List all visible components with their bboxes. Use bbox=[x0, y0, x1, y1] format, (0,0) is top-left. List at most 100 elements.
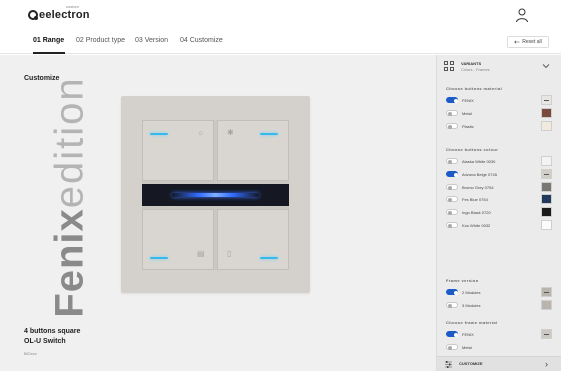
toggle-knob bbox=[448, 345, 452, 350]
led-indicator bbox=[260, 133, 278, 135]
product-code: BlOxxx bbox=[24, 351, 37, 356]
option-toggle[interactable] bbox=[446, 301, 458, 308]
option-label: Fes Blue 0754 bbox=[462, 197, 488, 203]
arrow-left-icon bbox=[514, 40, 520, 44]
option-label: 2 Modules bbox=[462, 290, 481, 295]
color-swatch bbox=[541, 95, 552, 105]
toggle-knob bbox=[448, 198, 452, 203]
selected-mark-icon bbox=[544, 173, 549, 175]
variants-subtitle: Colors - Frames bbox=[461, 67, 490, 72]
product-series: OL-U Switch bbox=[24, 338, 66, 345]
toggle-knob bbox=[454, 333, 458, 337]
sun-icon: ☼ bbox=[197, 128, 205, 137]
toggle-knob bbox=[448, 111, 452, 116]
option-toggle[interactable] bbox=[446, 331, 458, 337]
sun-icon: ✱ bbox=[227, 128, 234, 137]
toggle-knob bbox=[448, 211, 452, 216]
toggle-knob bbox=[454, 291, 458, 295]
option-label: Kos White 0032 bbox=[462, 223, 491, 228]
top-bar: eelectron custom bbox=[0, 0, 561, 30]
sliders-icon bbox=[445, 361, 452, 368]
section-title: Choose frame material bbox=[446, 320, 498, 325]
reset-all-button[interactable]: Reset all bbox=[507, 36, 549, 48]
toggle-knob bbox=[454, 99, 458, 103]
selected-mark-icon bbox=[544, 100, 549, 101]
option-toggle[interactable] bbox=[446, 209, 458, 216]
option-row[interactable]: 2 Modules bbox=[446, 287, 554, 297]
option-label: Arizona Beige 0745 bbox=[462, 171, 497, 177]
tab-range[interactable]: 01 Range bbox=[33, 37, 64, 44]
option-row[interactable]: Kos White 0032 bbox=[446, 220, 554, 230]
option-row[interactable]: Arizona Beige 0745 bbox=[446, 168, 554, 179]
active-tab-indicator bbox=[33, 52, 65, 54]
brand-name: eelectron bbox=[39, 9, 90, 21]
switch-button-bottom-left[interactable]: ▤ bbox=[142, 209, 214, 270]
user-icon[interactable] bbox=[515, 7, 529, 23]
step-tabs: 01 Range 02 Product type 03 Version 04 C… bbox=[0, 30, 561, 54]
toggle-knob bbox=[448, 185, 452, 190]
edition-mark: Fenixedition bbox=[40, 76, 100, 317]
reset-all-label: Reset all bbox=[522, 39, 542, 45]
option-row[interactable]: Metal bbox=[446, 107, 554, 118]
color-swatch bbox=[541, 299, 552, 310]
option-toggle[interactable] bbox=[446, 289, 458, 295]
brand-logo[interactable]: eelectron custom bbox=[28, 4, 90, 21]
option-toggle[interactable] bbox=[446, 183, 458, 190]
option-label: Ingo Black 0720 bbox=[462, 210, 491, 216]
option-label: 3 Modules bbox=[462, 302, 481, 308]
blind-icon: ▤ bbox=[197, 249, 205, 258]
option-row[interactable]: Alaska White 0030 bbox=[446, 156, 554, 166]
option-toggle[interactable] bbox=[446, 170, 458, 177]
chevron-down-icon[interactable] bbox=[541, 61, 551, 71]
grid-icon bbox=[444, 61, 454, 71]
variants-title: VARIANTS bbox=[461, 61, 482, 66]
option-row[interactable]: Ingo Black 0720 bbox=[446, 207, 554, 218]
option-toggle[interactable] bbox=[446, 97, 458, 103]
toggle-knob bbox=[454, 172, 458, 177]
customize-label: CUSTOMIZE bbox=[459, 361, 483, 366]
toggle-knob bbox=[448, 124, 452, 129]
section-title: Choose buttons colour bbox=[446, 147, 499, 152]
led-indicator bbox=[150, 133, 168, 135]
option-label: Metal bbox=[462, 344, 472, 350]
switch-button-bottom-right[interactable]: ▯ bbox=[217, 209, 289, 270]
option-row[interactable]: 3 Modules bbox=[446, 299, 554, 310]
option-row[interactable]: Bromo Grey 0754 bbox=[446, 181, 554, 192]
option-toggle[interactable] bbox=[446, 158, 458, 164]
selected-mark-icon bbox=[544, 292, 549, 293]
led-indicator bbox=[150, 257, 168, 259]
option-toggle[interactable] bbox=[446, 122, 458, 129]
brand-superscript: custom bbox=[66, 4, 79, 9]
color-swatch bbox=[541, 156, 552, 166]
switch-button-top-left[interactable]: ☼ bbox=[142, 120, 214, 181]
customize-footer[interactable]: CUSTOMIZE › bbox=[437, 356, 561, 371]
option-row[interactable]: Metal bbox=[446, 342, 554, 352]
option-label: Metal bbox=[462, 110, 472, 116]
option-toggle[interactable] bbox=[446, 222, 458, 228]
chevron-right-icon[interactable]: › bbox=[545, 359, 548, 369]
switch-button-top-right[interactable]: ✱ bbox=[217, 120, 289, 181]
product-name: 4 buttons square bbox=[24, 328, 81, 335]
tab-version[interactable]: 03 Version bbox=[135, 37, 168, 44]
tab-customize[interactable]: 04 Customize bbox=[180, 37, 223, 44]
option-toggle[interactable] bbox=[446, 343, 458, 350]
toggle-knob bbox=[448, 303, 452, 308]
variants-header[interactable]: VARIANTS Colors - Frames bbox=[437, 55, 561, 80]
option-row[interactable]: Plastic bbox=[446, 120, 554, 131]
option-row[interactable]: FENIX bbox=[446, 329, 554, 339]
color-swatch bbox=[541, 168, 552, 179]
option-label: Bromo Grey 0754 bbox=[462, 184, 494, 190]
center-light-bar bbox=[142, 184, 289, 206]
option-toggle[interactable] bbox=[446, 109, 458, 116]
option-toggle[interactable] bbox=[446, 196, 458, 203]
option-row[interactable]: Fes Blue 0754 bbox=[446, 194, 554, 205]
option-label: Alaska White 0030 bbox=[462, 159, 496, 164]
selected-mark-icon bbox=[544, 334, 549, 335]
option-row[interactable]: FENIX bbox=[446, 95, 554, 105]
color-swatch bbox=[541, 329, 552, 339]
tab-product-type[interactable]: 02 Product type bbox=[76, 37, 125, 44]
switch-frame: ☼ ✱ ▤ ▯ bbox=[121, 96, 310, 293]
dimmer-icon: ▯ bbox=[227, 249, 232, 258]
section-title: Frame version bbox=[446, 278, 479, 283]
preview-area: Customize Fenixedition ☼ ✱ ▤ ▯ 4 buttons… bbox=[0, 55, 436, 371]
